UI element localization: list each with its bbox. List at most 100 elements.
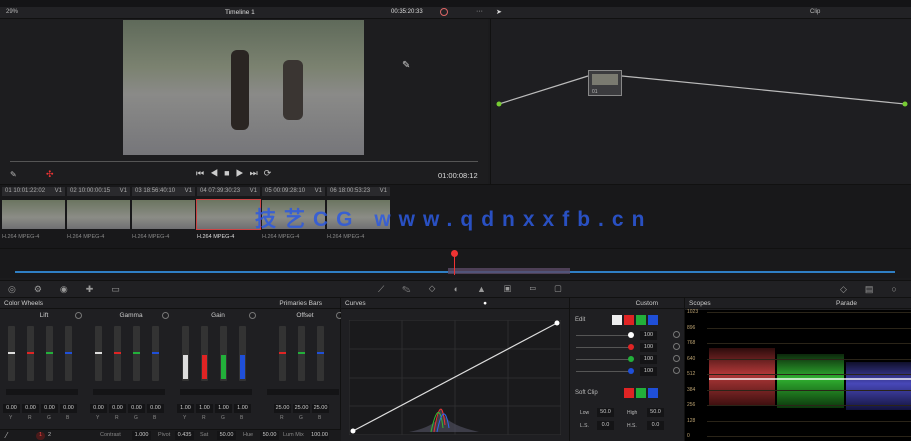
clip-thumbnail[interactable]: 02 10:00:00:15 V1 H.264 MPEG-4 bbox=[67, 187, 130, 240]
color-picker-icon[interactable] bbox=[440, 8, 448, 16]
y-value[interactable]: 0.00 bbox=[3, 404, 20, 413]
clip-thumbnail[interactable]: 03 18:56:40:10 V1 H.264 MPEG-4 bbox=[132, 187, 195, 240]
intensity-slider[interactable] bbox=[576, 359, 631, 360]
lummix-field[interactable]: 100.00 bbox=[310, 431, 329, 440]
reset-icon[interactable] bbox=[673, 367, 680, 374]
scope-mode-dropdown[interactable]: Parade bbox=[836, 300, 857, 307]
slider-knob[interactable] bbox=[628, 356, 634, 362]
soft-clip-channels[interactable] bbox=[624, 388, 660, 400]
curve-graph[interactable] bbox=[349, 320, 561, 435]
y-bar[interactable] bbox=[8, 326, 15, 381]
low-field[interactable]: 50.0 bbox=[597, 408, 614, 417]
intensity-value[interactable]: 100 bbox=[640, 343, 657, 352]
intensity-slider[interactable] bbox=[576, 347, 631, 348]
r-bar[interactable] bbox=[114, 326, 121, 381]
slider-knob[interactable] bbox=[628, 332, 634, 338]
intensity-value[interactable]: 100 bbox=[640, 367, 657, 376]
y-bar[interactable] bbox=[95, 326, 102, 381]
hs-field[interactable]: 0.0 bbox=[647, 421, 664, 430]
b-value[interactable]: 1.00 bbox=[234, 404, 251, 413]
hue-field[interactable]: 50.00 bbox=[260, 431, 279, 440]
eyedropper-icon[interactable]: ✎ bbox=[10, 170, 17, 179]
palette-icons-center[interactable]: ⟋✎◇◐▲▣▭▢ bbox=[378, 284, 580, 295]
r-bar[interactable] bbox=[27, 326, 34, 381]
playhead-handle[interactable] bbox=[451, 250, 458, 257]
mini-timeline[interactable] bbox=[0, 248, 911, 278]
r-bar[interactable] bbox=[279, 326, 286, 381]
contrast-field[interactable]: 1.000 bbox=[132, 431, 151, 440]
high-field[interactable]: 50.0 bbox=[647, 408, 664, 417]
clip-thumbnail[interactable]: 04 07:39:30:23 V1 H.264 MPEG-4 bbox=[196, 187, 261, 240]
slider-knob[interactable] bbox=[628, 368, 634, 374]
page-2-button[interactable]: 2 bbox=[48, 432, 51, 438]
y-value[interactable]: 0.00 bbox=[90, 404, 107, 413]
pivot-field[interactable]: 0.435 bbox=[175, 431, 194, 440]
palette-icons-right[interactable]: ◇▤○ bbox=[840, 284, 911, 295]
b-bar[interactable] bbox=[239, 326, 246, 381]
y-bar[interactable] bbox=[182, 326, 189, 381]
master-wheel-slider[interactable] bbox=[267, 389, 339, 395]
reset-icon[interactable] bbox=[162, 312, 169, 319]
clip-image bbox=[196, 199, 261, 230]
slider-knob[interactable] bbox=[628, 344, 634, 350]
scope-tick: 0 bbox=[687, 433, 690, 439]
transport-bar: ✎ ✣ ⏮◀■▶⏭⟳ 01:00:08:12 bbox=[0, 161, 488, 184]
intensity-slider[interactable] bbox=[576, 371, 631, 372]
reset-icon[interactable] bbox=[673, 343, 680, 350]
b-value[interactable]: 25.00 bbox=[312, 404, 329, 413]
g-value[interactable]: 0.00 bbox=[128, 404, 145, 413]
r-value[interactable]: 25.00 bbox=[274, 404, 291, 413]
g-value[interactable]: 25.00 bbox=[293, 404, 310, 413]
b-bar[interactable] bbox=[317, 326, 324, 381]
panel-title: Curves bbox=[345, 300, 366, 307]
g-bar[interactable] bbox=[298, 326, 305, 381]
page-1-button[interactable]: 1 bbox=[36, 432, 45, 440]
intensity-value[interactable]: 100 bbox=[640, 355, 657, 364]
r-bar[interactable] bbox=[201, 326, 208, 381]
intensity-value[interactable]: 100 bbox=[640, 331, 657, 340]
palette-toolbar: ◎⚙◉✚▭ ⟋✎◇◐▲▣▭▢ ◇▤○ bbox=[0, 280, 911, 298]
auto-balance-icon[interactable]: ⁄ bbox=[6, 431, 7, 440]
custom-mode-dropdown[interactable]: Custom bbox=[636, 300, 658, 307]
sat-field[interactable]: 50.00 bbox=[217, 431, 236, 440]
palette-icons-left[interactable]: ◎⚙◉✚▭ bbox=[8, 284, 138, 295]
more-icon[interactable]: ··· bbox=[476, 8, 483, 15]
highlight-icon[interactable]: ✣ bbox=[46, 169, 54, 180]
channel-link-buttons[interactable] bbox=[612, 315, 660, 327]
b-bar[interactable] bbox=[65, 326, 72, 381]
g-value[interactable]: 0.00 bbox=[41, 404, 58, 413]
g-bar[interactable] bbox=[133, 326, 140, 381]
y-value[interactable]: 1.00 bbox=[177, 404, 194, 413]
primaries-mode-dropdown[interactable]: Primaries Bars bbox=[279, 300, 322, 307]
g-bar[interactable] bbox=[220, 326, 227, 381]
reset-icon[interactable] bbox=[249, 312, 256, 319]
g-bar[interactable] bbox=[46, 326, 53, 381]
intensity-slider[interactable] bbox=[576, 335, 631, 336]
r-value[interactable]: 0.00 bbox=[109, 404, 126, 413]
reset-icon[interactable] bbox=[75, 312, 82, 319]
scope-gridline bbox=[707, 327, 911, 329]
node-editor[interactable]: 01 bbox=[490, 19, 911, 184]
b-value[interactable]: 0.00 bbox=[60, 404, 77, 413]
master-wheel-slider[interactable] bbox=[180, 389, 252, 395]
node-mode-dropdown[interactable]: Clip bbox=[810, 9, 820, 15]
scope-tick: 1023 bbox=[687, 309, 699, 315]
b-bar[interactable] bbox=[152, 326, 159, 381]
r-value[interactable]: 0.00 bbox=[22, 404, 39, 413]
master-wheel-slider[interactable] bbox=[93, 389, 165, 395]
reset-icon[interactable] bbox=[673, 331, 680, 338]
pointer-icon[interactable]: ➤ bbox=[496, 8, 502, 16]
node-01[interactable]: 01 bbox=[588, 70, 622, 96]
zoom-dropdown[interactable]: 29% bbox=[6, 9, 18, 15]
master-wheel-slider[interactable] bbox=[6, 389, 78, 395]
ls-field[interactable]: 0.0 bbox=[597, 421, 614, 430]
r-value[interactable]: 1.00 bbox=[196, 404, 213, 413]
reset-icon[interactable] bbox=[673, 355, 680, 362]
curves-panel: Curves ● bbox=[341, 298, 570, 441]
b-value[interactable]: 0.00 bbox=[147, 404, 164, 413]
timeline-name[interactable]: Timeline 1 bbox=[225, 9, 255, 16]
g-value[interactable]: 1.00 bbox=[215, 404, 232, 413]
scrubber[interactable] bbox=[10, 161, 478, 162]
clip-thumbnail[interactable]: 01 10:01:22:02 V1 H.264 MPEG-4 bbox=[2, 187, 65, 240]
playback-controls[interactable]: ⏮◀■▶⏭⟳ bbox=[196, 168, 277, 179]
